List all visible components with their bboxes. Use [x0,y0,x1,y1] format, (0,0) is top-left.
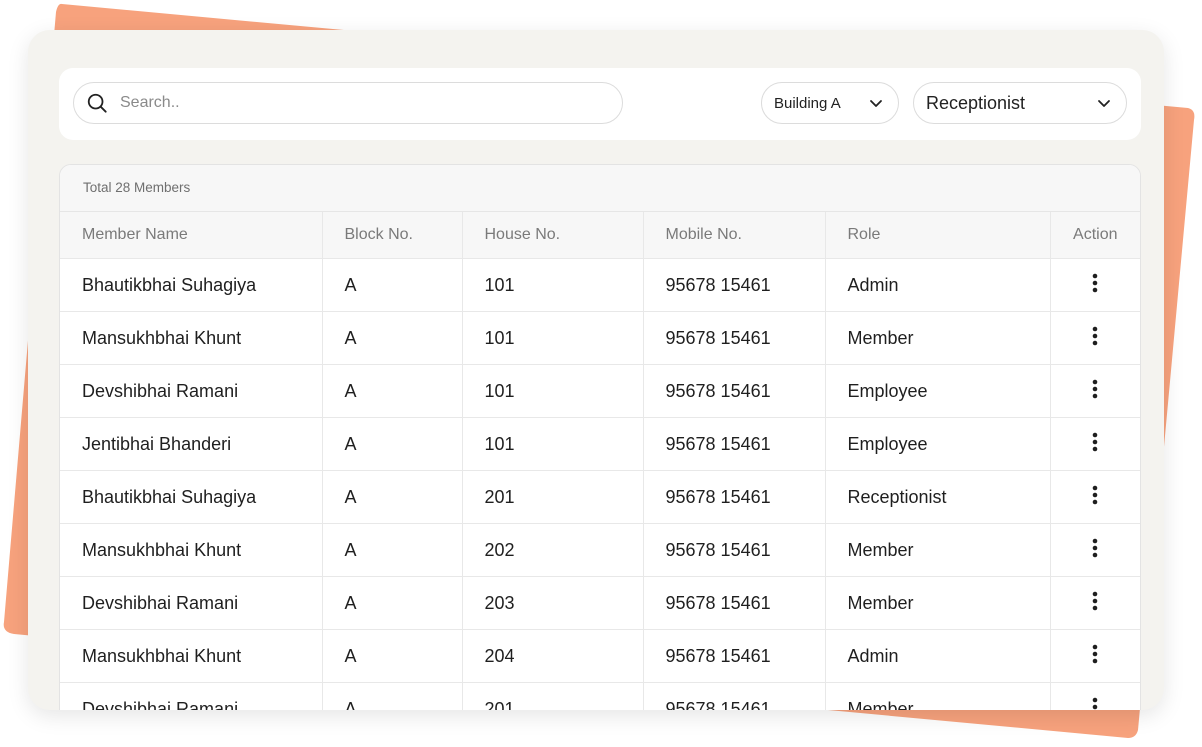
action-cell [1050,258,1140,312]
member-name-cell: Mansukhbhai Khunt [60,629,323,683]
role-select[interactable]: Receptionist [913,82,1127,124]
more-vertical-icon[interactable] [1092,432,1098,457]
mobile-no-cell: 95678 15461 [643,523,826,577]
role-cell: Member [825,523,1051,577]
house-no-cell: 201 [462,682,644,710]
chevron-down-icon [1098,100,1110,107]
house-no-cell: 101 [462,258,644,312]
block-no-cell: A [322,629,463,683]
column-header-house-no[interactable]: House No. [462,212,644,259]
role-cell: Employee [825,364,1051,418]
house-no-cell: 202 [462,523,644,577]
building-select[interactable]: Building A [761,82,899,124]
mobile-no-cell: 95678 15461 [643,576,826,630]
table-row[interactable]: Mansukhbhai Khunt A 101 95678 15461 Member [60,311,1140,365]
role-cell: Receptionist [825,470,1051,524]
member-name-cell: Mansukhbhai Khunt [60,311,323,365]
role-cell: Member [825,576,1051,630]
more-vertical-icon[interactable] [1092,697,1098,711]
more-vertical-icon[interactable] [1092,326,1098,351]
block-no-cell: A [322,682,463,710]
members-table-body: Bhautikbhai Suhagiya A 101 95678 15461 Admin… [60,258,1140,711]
table-row[interactable]: Bhautikbhai Suhagiya A 201 95678 15461 Recep… [60,470,1140,524]
more-vertical-icon[interactable] [1092,538,1098,563]
mobile-no-cell: 95678 15461 [643,311,826,365]
table-row[interactable]: Devshibhai Ramani A 203 95678 15461 Member [60,576,1140,630]
more-vertical-icon[interactable] [1092,379,1098,404]
members-table: Member Name Block No. House No. Mobile N… [60,212,1140,710]
member-name-cell: Bhautikbhai Suhagiya [60,470,323,524]
role-cell: Admin [825,258,1051,312]
member-name-cell: Bhautikbhai Suhagiya [60,258,323,312]
more-vertical-icon[interactable] [1092,591,1098,616]
role-select-value: Receptionist [926,92,1026,113]
member-name-cell: Devshibhai Ramani [60,576,323,630]
members-table-container: Total 28 Members Member Name Block No. H… [59,164,1141,710]
table-row[interactable]: Devshibhai Ramani A 101 95678 15461 Employee [60,364,1140,418]
mobile-no-cell: 95678 15461 [643,682,826,710]
role-cell: Member [825,311,1051,365]
member-name-cell: Mansukhbhai Khunt [60,523,323,577]
column-header-member-name[interactable]: Member Name [60,212,323,259]
total-members-label: Total 28 Members [60,165,1140,212]
search-box[interactable] [73,82,623,124]
table-row[interactable]: Mansukhbhai Khunt A 204 95678 15461 Admin [60,629,1140,683]
block-no-cell: A [322,364,463,418]
action-cell [1050,523,1140,577]
column-header-role[interactable]: Role [825,212,1051,259]
mobile-no-cell: 95678 15461 [643,417,826,471]
more-vertical-icon[interactable] [1092,485,1098,510]
block-no-cell: A [322,258,463,312]
action-cell [1050,629,1140,683]
house-no-cell: 101 [462,364,644,418]
search-icon [87,93,107,113]
house-no-cell: 203 [462,576,644,630]
action-cell [1050,364,1140,418]
role-cell: Employee [825,417,1051,471]
mobile-no-cell: 95678 15461 [643,258,826,312]
action-cell [1050,417,1140,471]
table-row[interactable]: Bhautikbhai Suhagiya A 101 95678 15461 Admin [60,258,1140,312]
filter-toolbar: Building A Receptionist [59,68,1141,140]
member-name-cell: Devshibhai Ramani [60,364,323,418]
search-input[interactable] [118,93,602,113]
table-row[interactable]: Devshibhai Ramani A 201 95678 15461 Member [60,682,1140,711]
column-header-action: Action [1050,212,1140,259]
member-name-cell: Jentibhai Bhanderi [60,417,323,471]
column-header-block-no[interactable]: Block No. [322,212,463,259]
action-cell [1050,682,1140,711]
house-no-cell: 204 [462,629,644,683]
mobile-no-cell: 95678 15461 [643,364,826,418]
action-cell [1050,470,1140,524]
members-card: Building A Receptionist Total 28 Members… [28,30,1164,710]
block-no-cell: A [322,417,463,471]
role-cell: Admin [825,629,1051,683]
block-no-cell: A [322,523,463,577]
column-header-mobile-no[interactable]: Mobile No. [643,212,826,259]
house-no-cell: 101 [462,417,644,471]
action-cell [1050,576,1140,630]
block-no-cell: A [322,576,463,630]
more-vertical-icon[interactable] [1092,644,1098,669]
mobile-no-cell: 95678 15461 [643,470,826,524]
mobile-no-cell: 95678 15461 [643,629,826,683]
role-cell: Member [825,682,1051,710]
block-no-cell: A [322,311,463,365]
table-row[interactable]: Mansukhbhai Khunt A 202 95678 15461 Member [60,523,1140,577]
house-no-cell: 101 [462,311,644,365]
more-vertical-icon[interactable] [1092,273,1098,298]
table-row[interactable]: Jentibhai Bhanderi A 101 95678 15461 Employe… [60,417,1140,471]
table-header-row: Member Name Block No. House No. Mobile N… [60,212,1140,259]
house-no-cell: 201 [462,470,644,524]
action-cell [1050,311,1140,365]
chevron-down-icon [870,100,882,107]
building-select-value: Building A [774,94,841,112]
member-name-cell: Devshibhai Ramani [60,682,323,710]
block-no-cell: A [322,470,463,524]
